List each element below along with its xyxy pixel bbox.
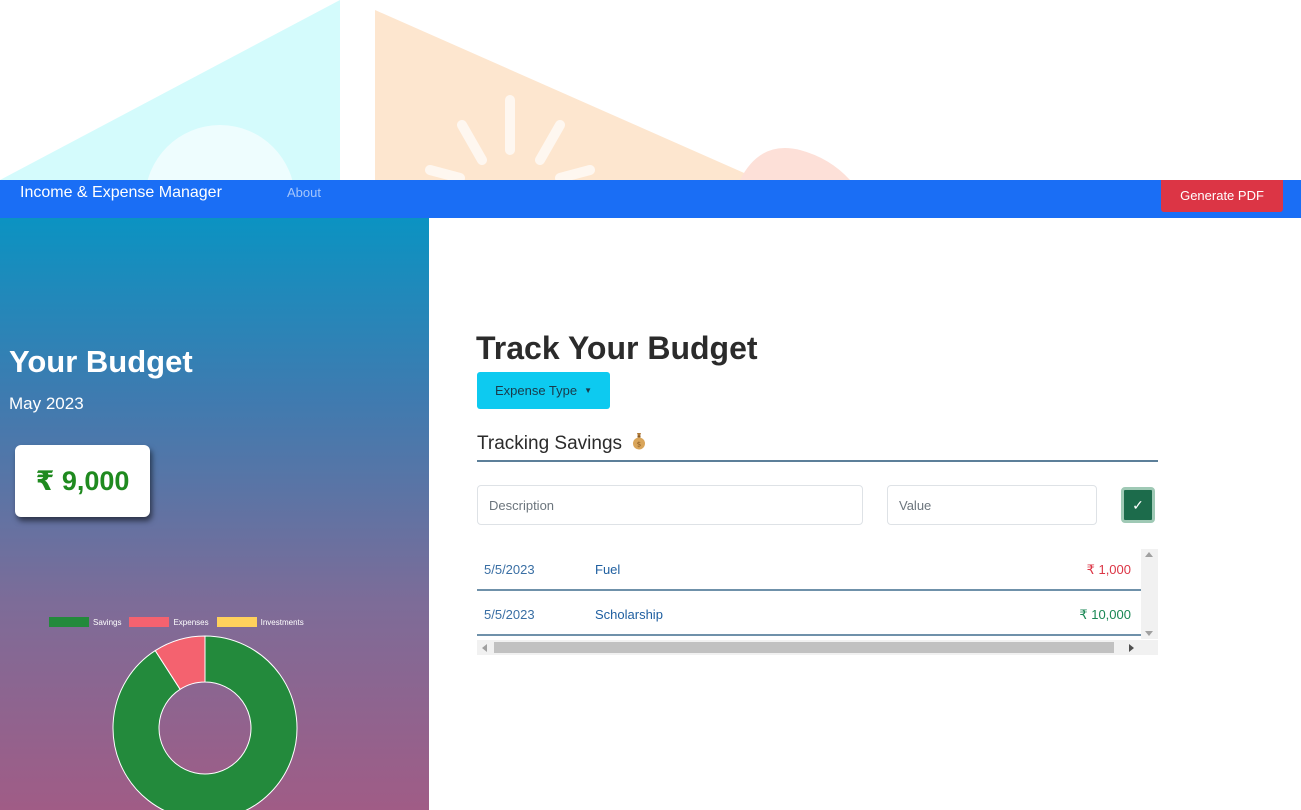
table-row[interactable]: 5/5/2023 Scholarship ₹ 10,000 (477, 594, 1141, 636)
transaction-description: Scholarship (595, 607, 663, 622)
legend-label-savings: Savings (93, 617, 122, 627)
section-title-text: Tracking Savings (477, 433, 623, 454)
section-title: Tracking Savings $ (477, 432, 646, 456)
scroll-right-icon[interactable] (1129, 644, 1134, 652)
scroll-up-icon[interactable] (1145, 552, 1153, 557)
balance-card: ₹ 9,000 (15, 445, 150, 517)
transaction-amount: ₹ 1,000 (1086, 562, 1131, 577)
transaction-date: 5/5/2023 (484, 607, 535, 622)
navbar: Income & Expense Manager About (0, 180, 1301, 218)
table-row[interactable]: 5/5/2023 Fuel ₹ 1,000 (477, 549, 1141, 591)
legend-label-expenses: Expenses (173, 617, 209, 627)
transaction-list: 5/5/2023 Fuel ₹ 1,000 5/5/2023 Scholarsh… (477, 549, 1141, 649)
check-icon: ✓ (1132, 496, 1144, 513)
navbar-brand[interactable]: Income & Expense Manager (20, 180, 222, 218)
money-bag-icon: $ (632, 432, 646, 456)
donut-svg (112, 635, 298, 810)
submit-button[interactable]: ✓ (1121, 487, 1155, 523)
legend-swatch-savings (49, 617, 89, 627)
page-title: Track Your Budget (476, 330, 758, 366)
scroll-left-icon[interactable] (482, 644, 487, 652)
scrollbar-thumb[interactable] (494, 642, 1114, 653)
legend-item-expenses[interactable]: Expenses (129, 617, 209, 627)
expense-type-label: Expense Type (494, 383, 578, 398)
transaction-date: 5/5/2023 (484, 562, 535, 577)
budget-sidebar: Your Budget May 2023 ₹ 9,000 Savings Exp… (0, 218, 429, 810)
chart-legend: Savings Expenses Investments (49, 615, 312, 629)
value-input[interactable] (887, 485, 1097, 525)
description-input[interactable] (477, 485, 863, 525)
budget-title: Your Budget (9, 344, 193, 379)
vertical-scrollbar[interactable] (1141, 549, 1158, 639)
balance-amount: ₹ 9,000 (35, 465, 130, 496)
budget-month: May 2023 (9, 394, 84, 413)
transaction-amount: ₹ 10,000 (1079, 607, 1131, 622)
legend-swatch-investments (216, 617, 257, 627)
expense-type-dropdown[interactable]: Expense Type ▼ (477, 372, 610, 409)
svg-text:$: $ (637, 441, 641, 449)
legend-item-investments[interactable]: Investments (216, 617, 304, 627)
scroll-down-icon[interactable] (1145, 631, 1153, 636)
horizontal-scrollbar[interactable] (477, 640, 1158, 655)
caret-down-icon: ▼ (584, 386, 593, 395)
transaction-description: Fuel (595, 562, 621, 577)
section-divider (477, 460, 1158, 462)
legend-swatch-expenses (129, 617, 170, 627)
generate-pdf-button[interactable]: Generate PDF (1161, 180, 1283, 212)
budget-donut-chart (110, 633, 300, 810)
nav-link-about[interactable]: About (287, 180, 321, 206)
legend-label-investments: Investments (260, 617, 304, 627)
legend-item-savings[interactable]: Savings (49, 617, 121, 627)
background-decoration (0, 0, 1301, 180)
